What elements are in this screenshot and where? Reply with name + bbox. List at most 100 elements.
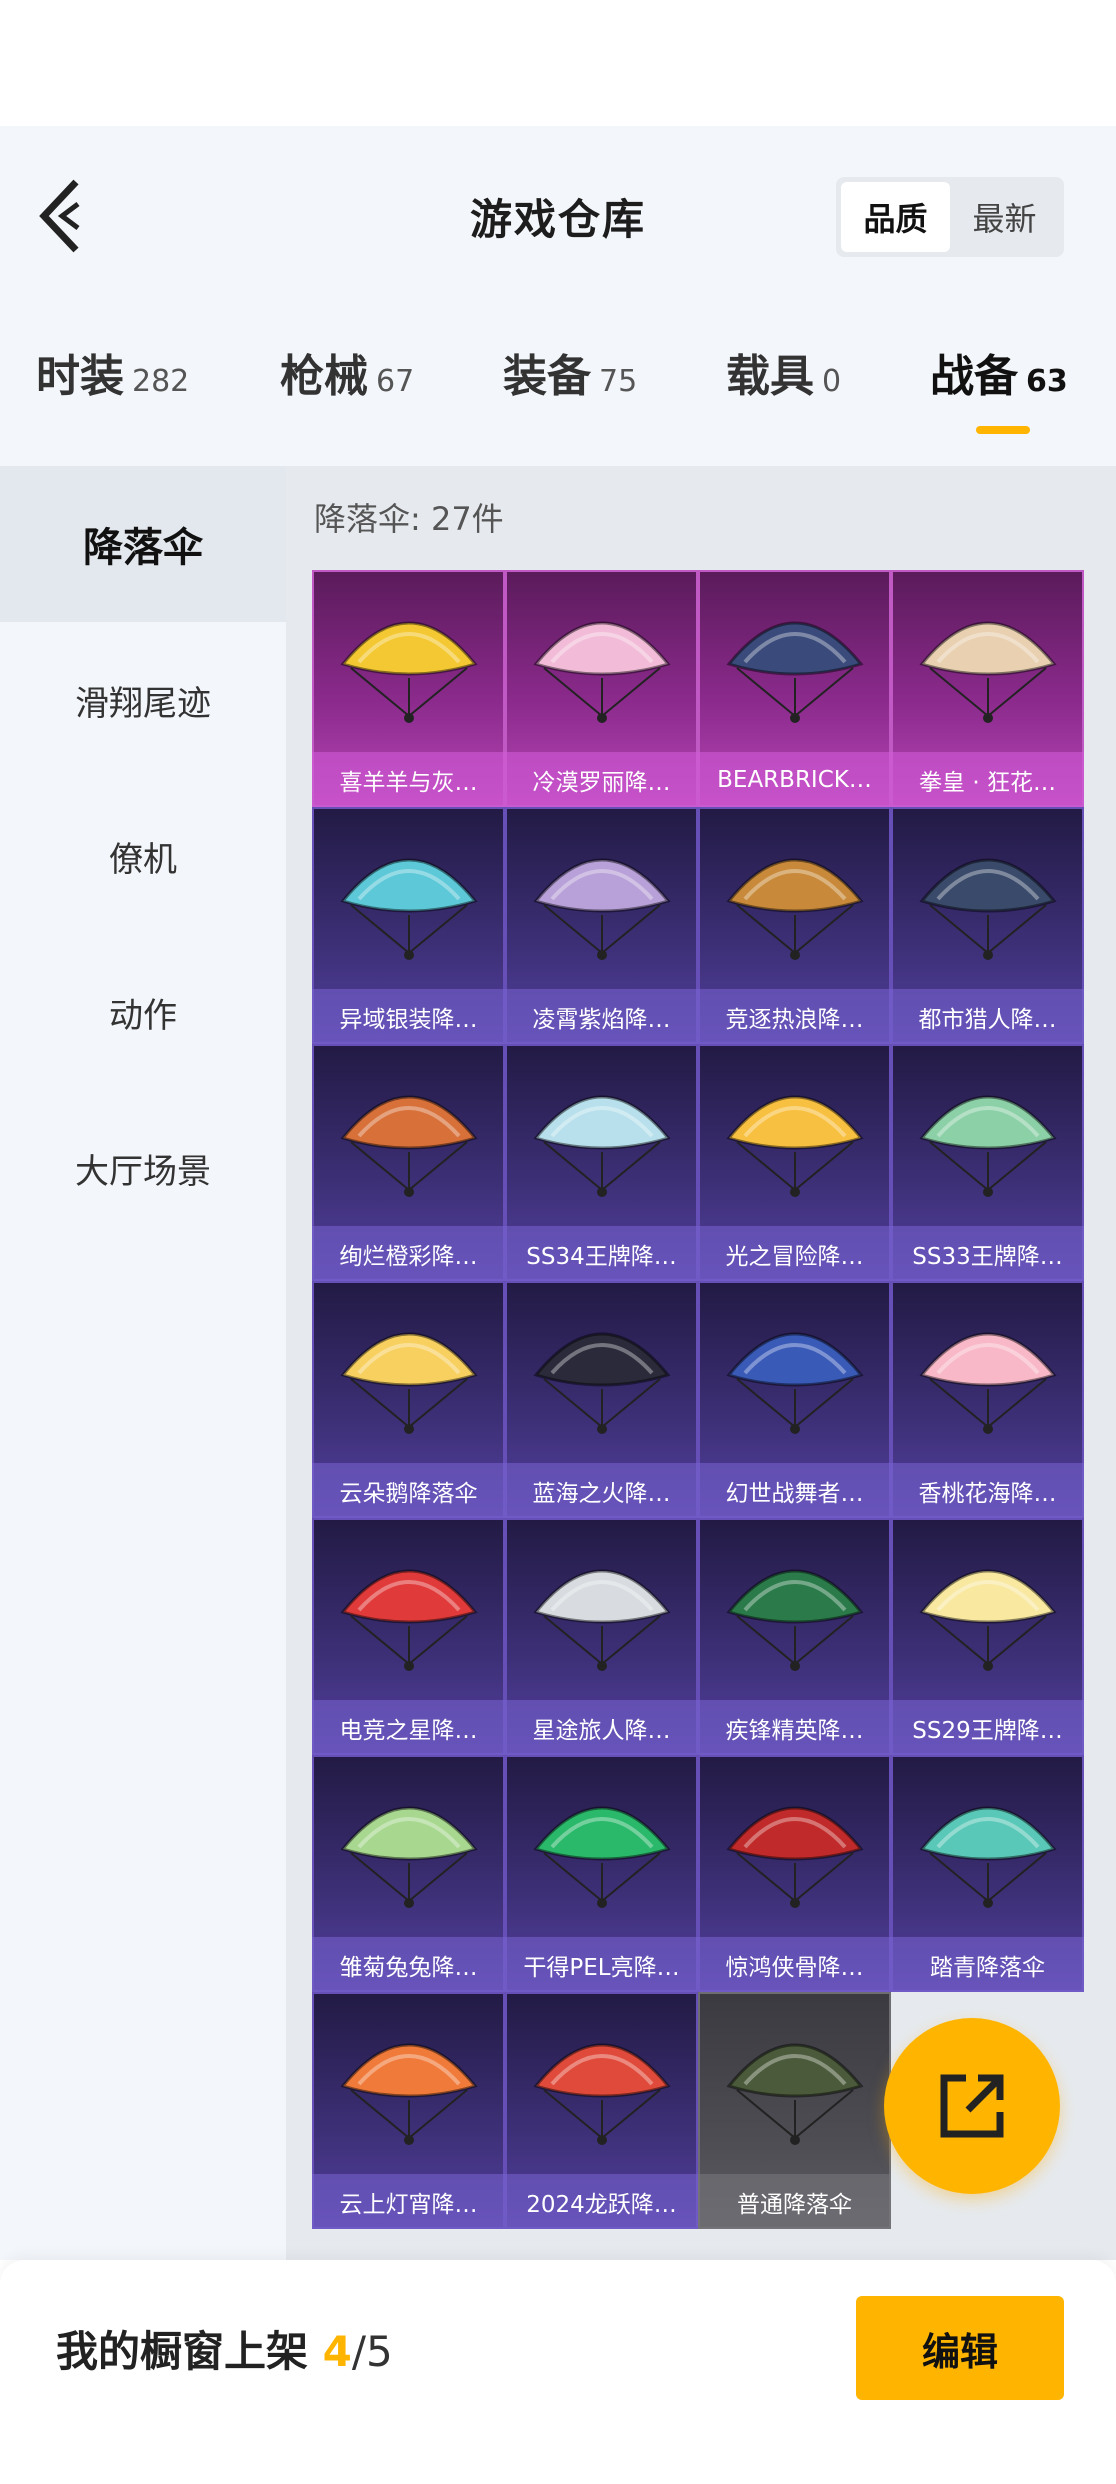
sort-newest-button[interactable]: 最新 [950,182,1059,252]
item-name: 电竞之星降… [312,1700,505,1755]
item-card[interactable]: BEARBRICK… [698,570,891,807]
item-card[interactable]: 异域银装降… [312,807,505,1044]
tab-supplies[interactable]: 战备 63 [930,340,1068,404]
item-card[interactable]: 光之冒险降… [698,1044,891,1281]
item-name: 干得PEL亮降… [505,1937,698,1992]
active-tab-indicator [976,426,1030,434]
item-card[interactable]: 星途旅人降… [505,1518,698,1755]
item-card[interactable]: 喜羊羊与灰… [312,570,505,807]
status-bar [0,0,1116,126]
parachute-image [505,1518,698,1700]
item-card[interactable]: 干得PEL亮降… [505,1755,698,1992]
item-name: SS29王牌降… [891,1700,1084,1755]
parachute-image [891,1755,1084,1937]
parachute-image [505,1755,698,1937]
sidebar: 降落伞 滑翔尾迹 僚机 动作 大厅场景 [0,466,286,2260]
sidebar-item-glide-trail[interactable]: 滑翔尾迹 [0,622,286,778]
sidebar-item-parachute[interactable]: 降落伞 [0,466,286,622]
item-card[interactable]: SS33王牌降… [891,1044,1084,1281]
item-name: SS33王牌降… [891,1226,1084,1281]
item-name: 喜羊羊与灰… [312,752,505,807]
item-card[interactable]: 雏菊兔兔降… [312,1755,505,1992]
sidebar-item-lobby-scene[interactable]: 大厅场景 [0,1090,286,1246]
parachute-image [312,1518,505,1700]
item-name: 异域银装降… [312,989,505,1044]
item-card[interactable]: 绚烂橙彩降… [312,1044,505,1281]
item-name: 云朵鹅降落伞 [312,1463,505,1518]
item-card[interactable]: 云上灯宵降… [312,1992,505,2229]
item-name: 拳皇 · 狂花… [891,752,1084,807]
tab-equipment[interactable]: 装备 75 [503,340,637,404]
item-name: 蓝海之火降… [505,1463,698,1518]
item-name: 疾锋精英降… [698,1700,891,1755]
item-card[interactable]: 惊鸿侠骨降… [698,1755,891,1992]
item-name: SS34王牌降… [505,1226,698,1281]
tab-fashion[interactable]: 时装 282 [36,340,189,404]
parachute-image [891,1044,1084,1226]
parachute-image [505,1992,698,2174]
sort-toggle: 品质 最新 [836,177,1064,257]
item-name: 幻世战舞者… [698,1463,891,1518]
item-card[interactable]: 冷漠罗丽降… [505,570,698,807]
item-name: 普通降落伞 [698,2174,891,2229]
tab-label: 装备 [503,351,591,402]
showcase-status: 我的橱窗上架 4/5 [56,2318,393,2379]
sidebar-item-emotes[interactable]: 动作 [0,934,286,1090]
item-name: 星途旅人降… [505,1700,698,1755]
showcase-total: /5 [351,2327,393,2376]
item-card[interactable]: 拳皇 · 狂花… [891,570,1084,807]
item-card[interactable]: 云朵鹅降落伞 [312,1281,505,1518]
parachute-image [505,1281,698,1463]
item-name: 踏青降落伞 [891,1937,1084,1992]
parachute-image [312,1992,505,2174]
tab-label: 载具 [726,351,814,402]
item-card[interactable]: SS34王牌降… [505,1044,698,1281]
parachute-image [698,1044,891,1226]
item-card[interactable]: SS29王牌降… [891,1518,1084,1755]
tab-weapons[interactable]: 枪械 67 [280,340,414,404]
parachute-image [505,570,698,752]
parachute-image [891,807,1084,989]
parachute-image [505,1044,698,1226]
parachute-image [698,807,891,989]
item-name: 竞逐热浪降… [698,989,891,1044]
tab-count: 0 [822,364,842,399]
showcase-current: 4 [322,2327,352,2376]
item-card[interactable]: 2024龙跃降… [505,1992,698,2229]
item-card[interactable]: 竞逐热浪降… [698,807,891,1044]
item-card[interactable]: 香桃花海降… [891,1281,1084,1518]
edit-button[interactable]: 编辑 [856,2296,1064,2400]
item-card[interactable]: 普通降落伞 [698,1992,891,2229]
sort-quality-button[interactable]: 品质 [841,182,950,252]
tab-label: 时装 [36,351,124,402]
item-name: 云上灯宵降… [312,2174,505,2229]
item-card[interactable]: 疾锋精英降… [698,1518,891,1755]
item-name: 冷漠罗丽降… [505,752,698,807]
tab-label: 枪械 [280,351,368,402]
category-tabs: 时装 282 枪械 67 装备 75 载具 0 战备 63 [0,340,1116,450]
item-name: 都市猎人降… [891,989,1084,1044]
parachute-image [698,1518,891,1700]
tab-count: 67 [376,364,415,399]
parachute-image [698,1281,891,1463]
parachute-image [698,570,891,752]
item-card[interactable]: 电竞之星降… [312,1518,505,1755]
item-card[interactable]: 蓝海之火降… [505,1281,698,1518]
tab-vehicles[interactable]: 载具 0 [726,340,841,404]
item-card[interactable]: 都市猎人降… [891,807,1084,1044]
sidebar-item-wingman[interactable]: 僚机 [0,778,286,934]
parachute-image [312,1044,505,1226]
parachute-image [505,807,698,989]
tab-count: 63 [1026,364,1068,399]
item-card[interactable]: 凌霄紫焰降… [505,807,698,1044]
item-card[interactable]: 踏青降落伞 [891,1755,1084,1992]
tab-count: 282 [132,364,190,399]
item-card[interactable]: 幻世战舞者… [698,1281,891,1518]
parachute-image [891,570,1084,752]
item-name: 雏菊兔兔降… [312,1937,505,1992]
share-button[interactable] [884,2018,1060,2194]
parachute-image [891,1281,1084,1463]
item-name: 惊鸿侠骨降… [698,1937,891,1992]
item-name: 凌霄紫焰降… [505,989,698,1044]
item-name: BEARBRICK… [698,752,891,807]
